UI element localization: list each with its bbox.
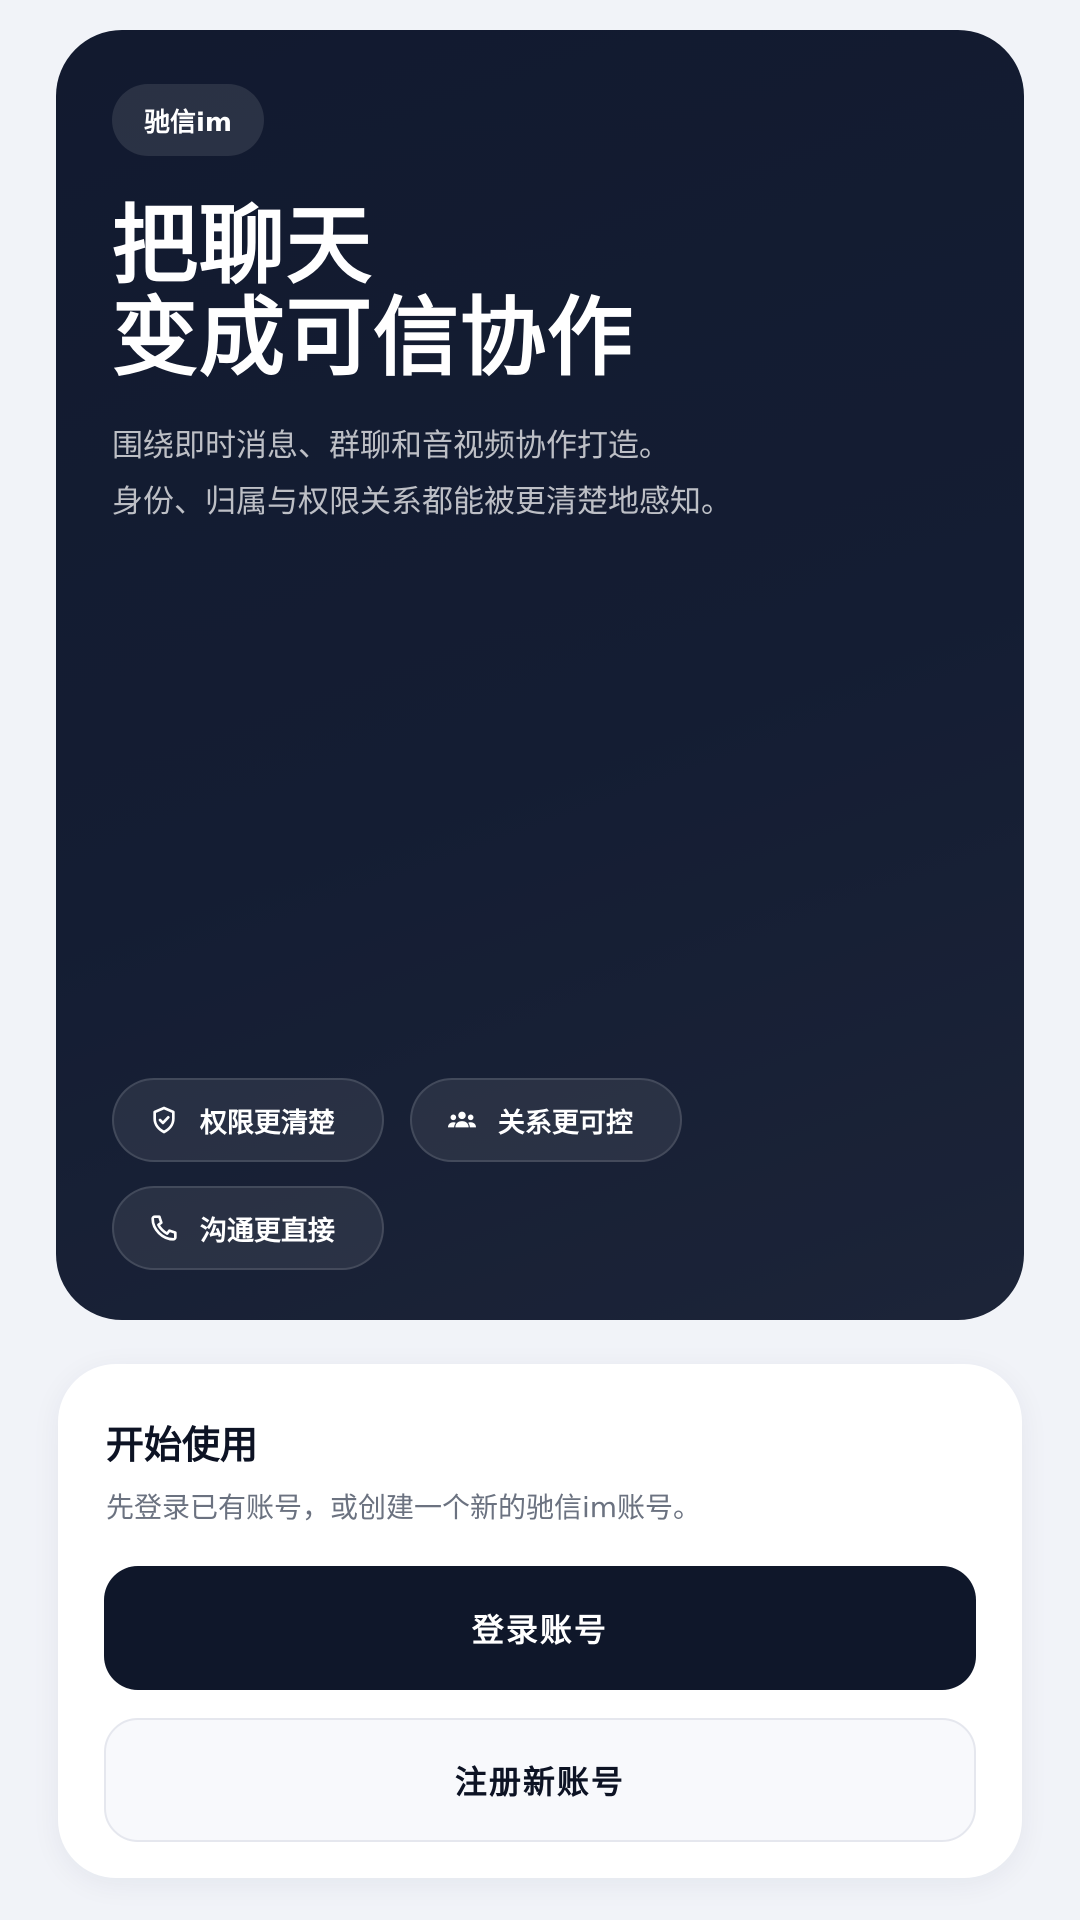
feature-chip-label: 关系更可控 <box>498 1107 633 1139</box>
hero-subtitle: 围绕即时消息、群聊和音视频协作打造。 身份、归属与权限关系都能被更清楚地感知。 <box>112 418 972 530</box>
feature-chip-label: 沟通更直接 <box>200 1215 335 1247</box>
register-button[interactable]: 注册新账号 <box>104 1718 976 1842</box>
feature-chip-label: 权限更清楚 <box>200 1107 335 1139</box>
card-description: 先登录已有账号，或创建一个新的驰信im账号。 <box>106 1491 702 1524</box>
subtitle-line-1: 围绕即时消息、群聊和音视频协作打造。 <box>112 428 670 464</box>
hero-card: 驰信im 把聊天 变成可信协作 围绕即时消息、群聊和音视频协作打造。 身份、归属… <box>56 30 1024 1320</box>
card-title: 开始使用 <box>106 1423 259 1467</box>
subtitle-line-2: 身份、归属与权限关系都能被更清楚地感知。 <box>112 484 732 520</box>
shield-icon <box>153 1106 175 1134</box>
login-button[interactable]: 登录账号 <box>104 1566 976 1690</box>
phone-icon <box>151 1215 177 1241</box>
hero-headline: 把聊天 变成可信协作 <box>112 200 972 384</box>
feature-chip-communication: 沟通更直接 <box>112 1186 384 1270</box>
group-icon <box>448 1111 476 1128</box>
headline-line-1: 把聊天 <box>112 196 373 296</box>
feature-chip-permissions: 权限更清楚 <box>112 1078 384 1162</box>
brand-badge: 驰信im <box>112 84 265 156</box>
headline-line-2: 变成可信协作 <box>112 288 634 388</box>
feature-chip-relations: 关系更可控 <box>410 1078 682 1162</box>
get-started-card: 开始使用 先登录已有账号，或创建一个新的驰信im账号。 登录账号 注册新账号 <box>58 1364 1022 1878</box>
